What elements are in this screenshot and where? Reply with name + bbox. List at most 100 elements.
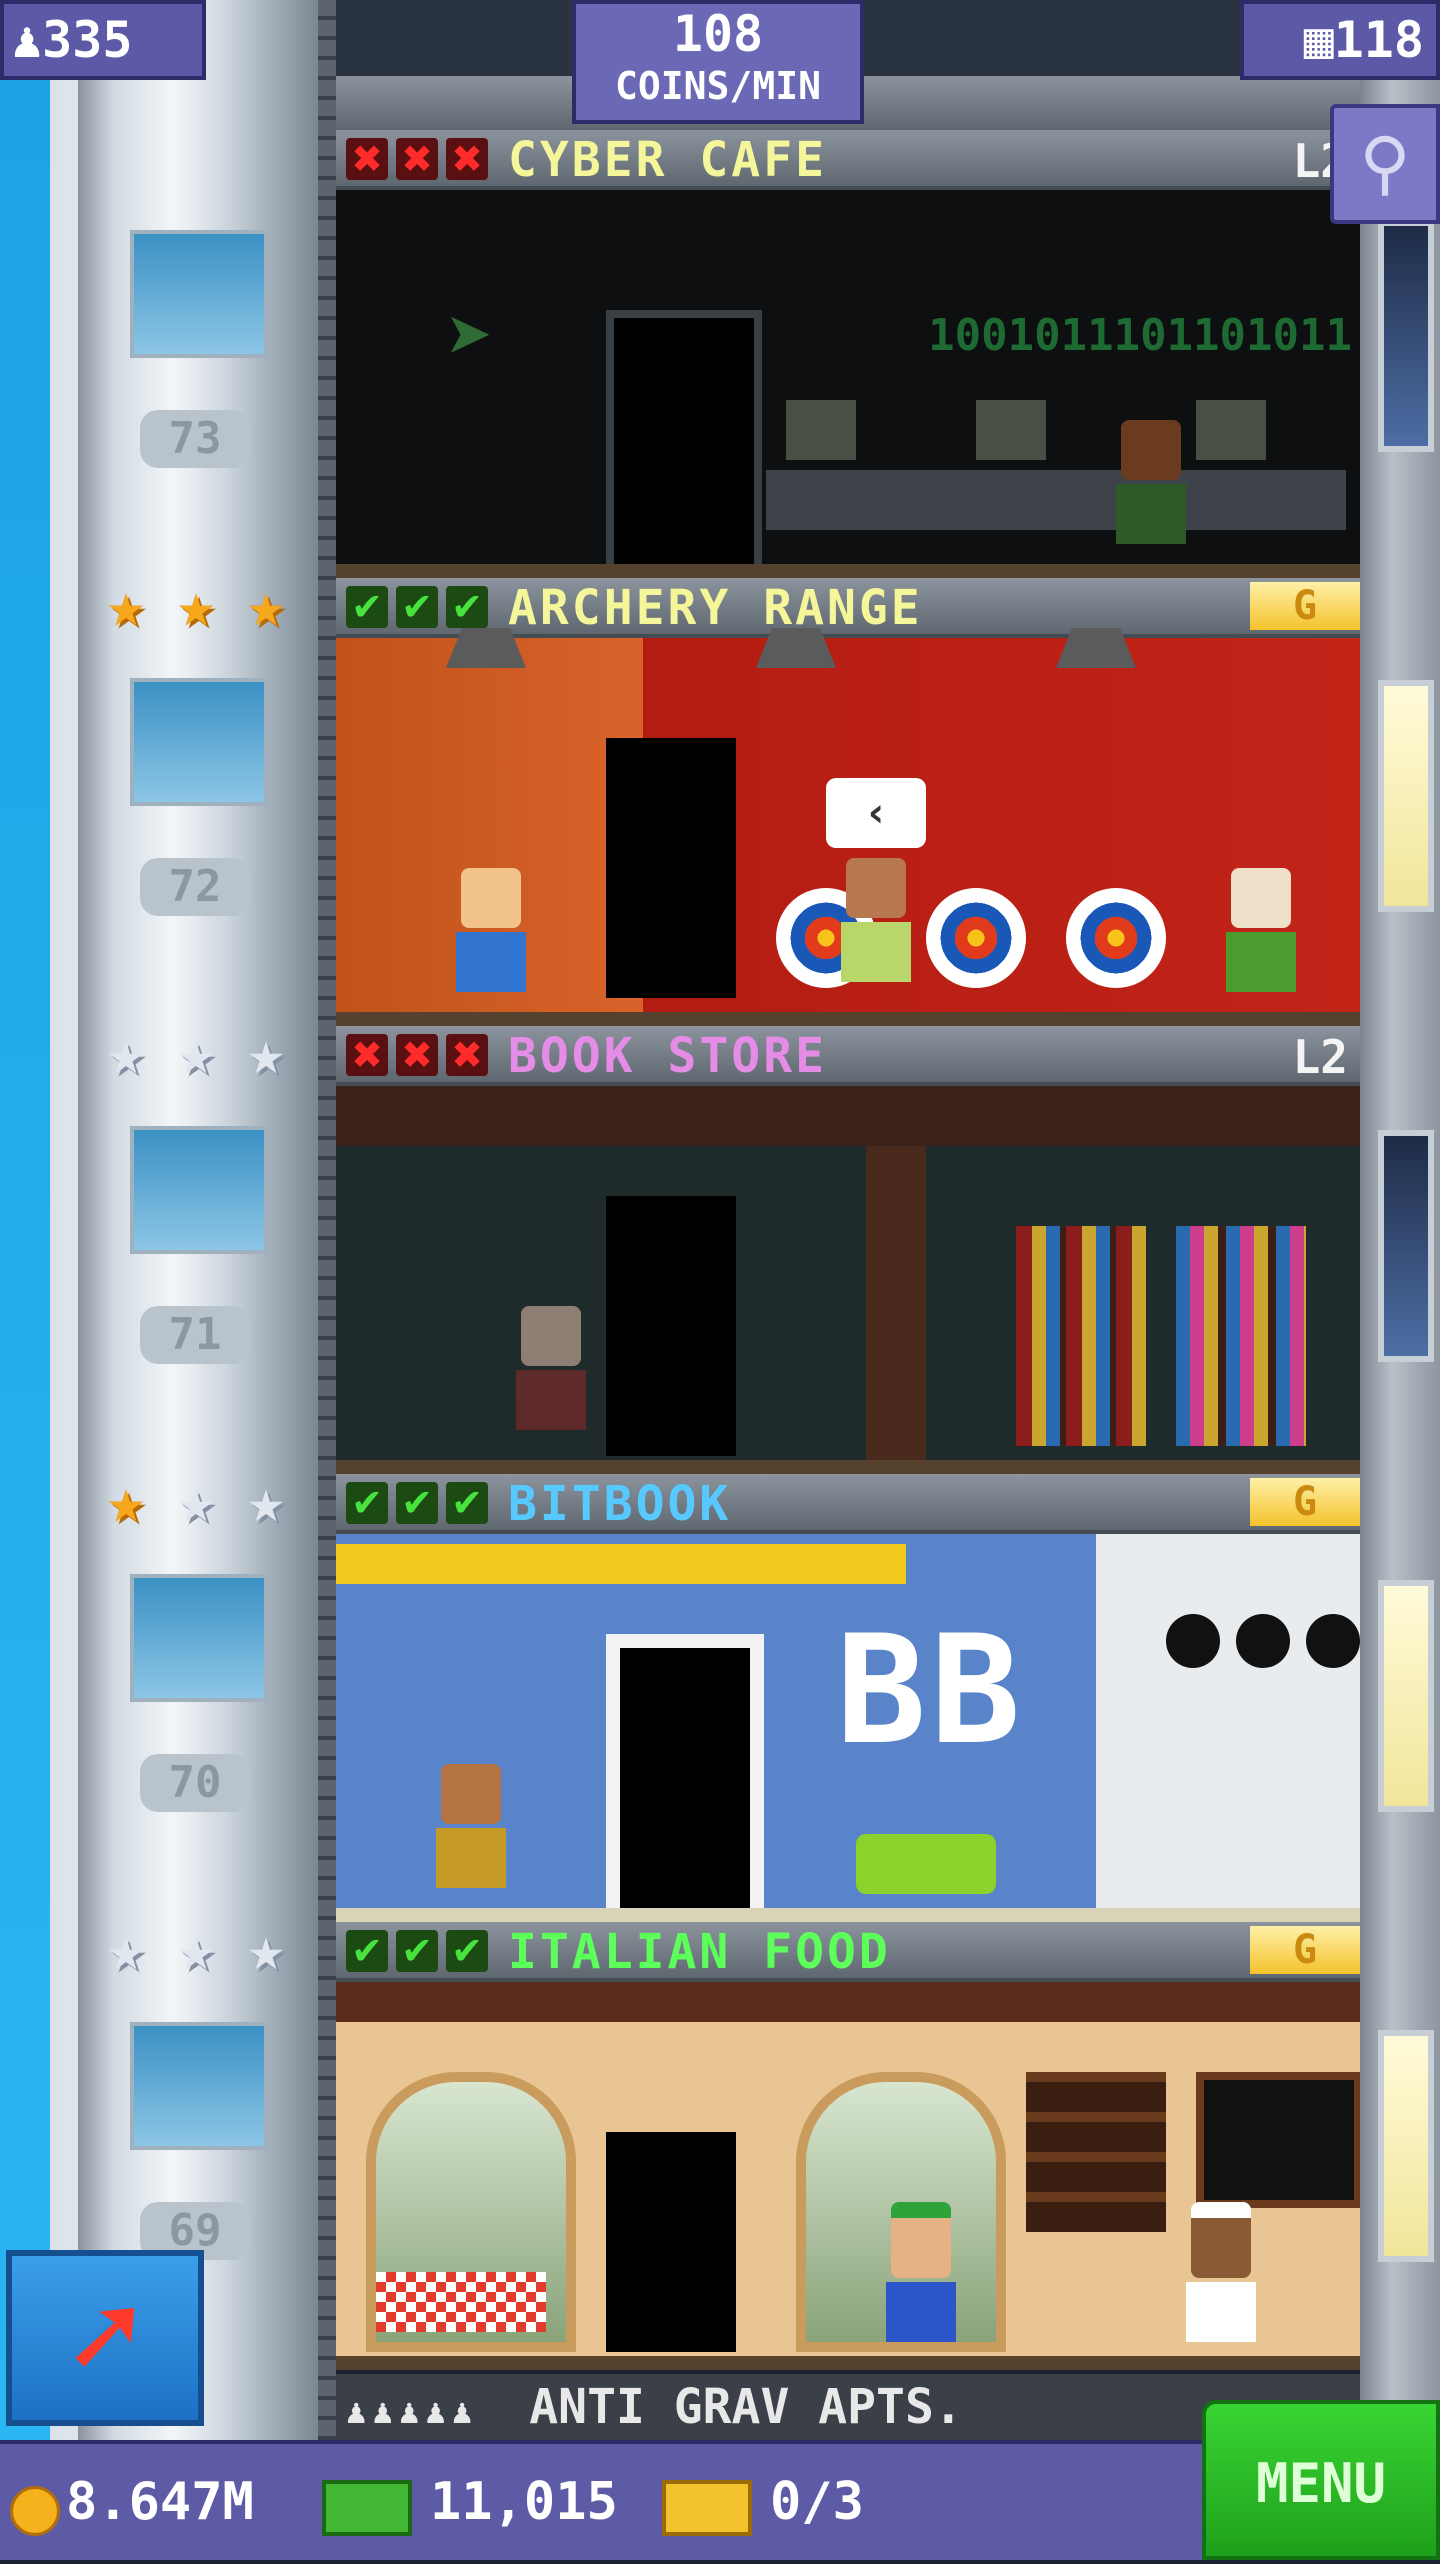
- population-counter[interactable]: ♟335: [0, 0, 206, 80]
- floor-title: CYBER CAFE: [508, 132, 827, 188]
- menu-button[interactable]: MENU: [1202, 2400, 1440, 2560]
- binary-text: 1001011101101011: [928, 310, 1352, 361]
- floor-archery-range[interactable]: ✔ ✔ ✔ ARCHERY RANGE G ‹: [336, 578, 1360, 1026]
- bitizen[interactable]: [1186, 2202, 1256, 2342]
- silver-star-icon: ★: [247, 1016, 285, 1089]
- floor-number: 71: [140, 1306, 250, 1364]
- check-icon: ✔: [446, 586, 488, 628]
- check-icon: ✔: [446, 1482, 488, 1524]
- floor-bitbook[interactable]: ✔ ✔ ✔ BITBOOK G BB: [336, 1474, 1360, 1922]
- star-rating: ★ ★ ★: [95, 574, 297, 636]
- cross-icon: ✖: [396, 138, 438, 180]
- floor-number: 70: [140, 1754, 250, 1812]
- gold-star-icon: ★: [177, 568, 215, 641]
- silver-star-icon: ★: [247, 1912, 285, 1985]
- floor-checks: ✔ ✔ ✔: [346, 1482, 488, 1524]
- floor-count[interactable]: ▦118: [1240, 0, 1440, 80]
- target-icon: [1066, 888, 1166, 988]
- floor-base: [336, 1460, 1360, 1474]
- floor-number: 72: [140, 858, 250, 916]
- floor-header: ✖ ✖ ✖ CYBER CAFE L2: [336, 130, 1360, 190]
- bitizen[interactable]: [886, 2202, 956, 2342]
- gold-badge: G: [1250, 582, 1360, 630]
- wine-rack: [1026, 2072, 1166, 2232]
- bitbook-logo: BB: [836, 1604, 1025, 1778]
- door: [606, 310, 762, 576]
- floor-title: BOOK STORE: [508, 1028, 827, 1084]
- room-interior: [336, 1982, 1360, 2370]
- floor-book-store[interactable]: ✖ ✖ ✖ BOOK STORE L2: [336, 1026, 1360, 1474]
- shaft-window: [130, 2022, 268, 2150]
- bitizen[interactable]: [436, 1764, 506, 1894]
- room-interior: ‹: [336, 628, 1360, 1026]
- target-icon: [926, 888, 1026, 988]
- bitizen[interactable]: [516, 1306, 586, 1436]
- floor-base: [336, 1012, 1360, 1026]
- population-value: 335: [42, 11, 133, 69]
- floor-number: 73: [140, 410, 250, 468]
- bitizen[interactable]: [456, 868, 526, 998]
- gold-badge: G: [1250, 1926, 1360, 1974]
- side-window: [1378, 1130, 1434, 1362]
- floor-italian-food[interactable]: ✔ ✔ ✔ ITALIAN FOOD G: [336, 1922, 1360, 2370]
- coin-icon: [10, 2486, 60, 2536]
- desk: [766, 470, 1346, 530]
- shaft-window: [130, 230, 268, 358]
- floor-level-badge: L2: [1292, 1030, 1348, 1084]
- person-icon: ♟: [12, 11, 43, 69]
- room-interior: 1001011101101011 ➤: [336, 190, 1360, 578]
- floor-title: ANTI GRAV APTS.: [529, 2379, 963, 2435]
- gold-star-icon: ★: [107, 568, 145, 641]
- check-icon: ✔: [346, 1930, 388, 1972]
- gold-badge: G: [1250, 1478, 1360, 1526]
- computer-icon: [976, 400, 1046, 460]
- silver-star-icon: ★: [177, 1912, 215, 1985]
- floor-base: [336, 2356, 1360, 2370]
- cross-icon: ✖: [346, 1034, 388, 1076]
- coins-per-min-value: 108: [672, 5, 764, 63]
- room-interior: BB: [336, 1534, 1360, 1922]
- search-button[interactable]: ⚲: [1330, 104, 1440, 224]
- bookshelf: [1016, 1226, 1146, 1446]
- door: [606, 738, 736, 998]
- cross-icon: ✖: [446, 138, 488, 180]
- clock-icon: [1166, 1614, 1220, 1668]
- green-couch: [856, 1834, 996, 1894]
- bitizen[interactable]: [1226, 868, 1296, 998]
- tickets-value[interactable]: 0/3: [770, 2472, 864, 2532]
- elevator-up-button[interactable]: ➚: [6, 2250, 204, 2426]
- magnifier-icon: ⚲: [1359, 122, 1411, 204]
- star-rating: ★ ★ ★: [95, 1470, 297, 1532]
- computer-icon: [786, 400, 856, 460]
- floor-cyber-cafe[interactable]: ✖ ✖ ✖ CYBER CAFE L2 1001011101101011 ➤: [336, 130, 1360, 578]
- building-icon: ▦: [1303, 11, 1334, 69]
- speech-bubble: ‹: [826, 778, 926, 848]
- sky-background: [0, 0, 50, 2440]
- shaft-window: [130, 678, 268, 806]
- cross-icon: ✖: [396, 1034, 438, 1076]
- coins-per-min-panel[interactable]: 108 COINS/MIN: [572, 0, 864, 124]
- room-interior: [336, 1086, 1360, 1474]
- bitizen[interactable]: [1116, 420, 1186, 550]
- ticket-icon: [662, 2480, 752, 2536]
- cursor-icon: ➤: [446, 290, 495, 383]
- floor-base: [336, 564, 1360, 578]
- bitizen[interactable]: [841, 858, 911, 988]
- floor-header: ✖ ✖ ✖ BOOK STORE L2: [336, 1026, 1360, 1086]
- silver-star-icon: ★: [177, 1016, 215, 1089]
- floor-count-value: 118: [1333, 11, 1424, 69]
- chalkboard: [1196, 2072, 1360, 2208]
- coins-value[interactable]: 8.647M: [66, 2472, 254, 2532]
- door: [606, 1634, 764, 1922]
- floor-title: ARCHERY RANGE: [508, 580, 923, 636]
- silver-star-icon: ★: [177, 1464, 215, 1537]
- side-window: [1378, 2030, 1434, 2262]
- door: [606, 1196, 736, 1456]
- coins-per-min-label: COINS/MIN: [615, 64, 821, 108]
- check-icon: ✔: [396, 1482, 438, 1524]
- gold-star-icon: ★: [247, 568, 285, 641]
- floor-header: ✔ ✔ ✔ BITBOOK G: [336, 1474, 1360, 1534]
- bux-value[interactable]: 11,015: [430, 2472, 618, 2532]
- shaft-window: [130, 1126, 268, 1254]
- clock-icon: [1306, 1614, 1360, 1668]
